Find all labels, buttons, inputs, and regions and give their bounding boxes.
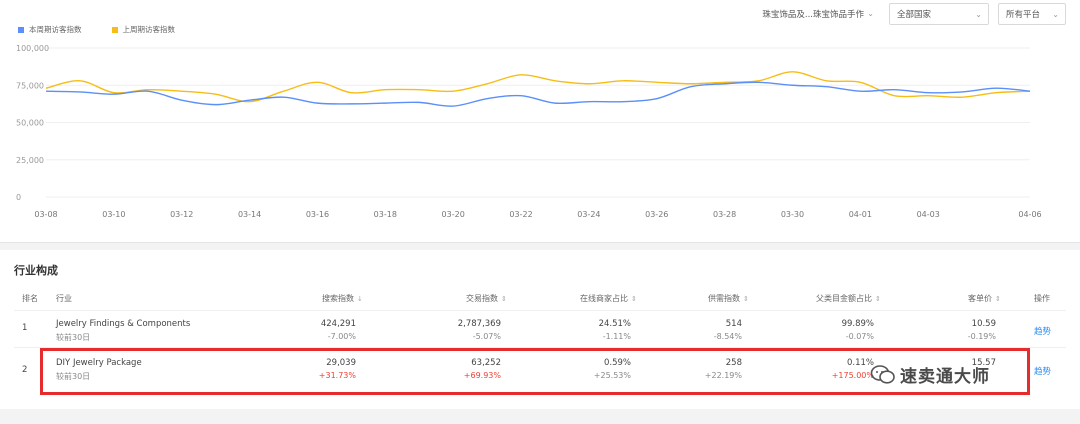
trend-link[interactable]: 趋势 bbox=[1034, 365, 1051, 377]
row-parent-amount: 99.89% bbox=[841, 319, 874, 329]
sort-icon[interactable]: ⇕ bbox=[995, 295, 1001, 303]
sort-desc-icon[interactable]: ↓ bbox=[357, 295, 363, 303]
header-action: 操作 bbox=[1034, 294, 1050, 303]
x-tick-label: 04-03 bbox=[917, 210, 940, 219]
header-rank: 排名 bbox=[22, 294, 38, 303]
header-parent-amount[interactable]: 父类目金额占比 ⇕ bbox=[816, 293, 881, 304]
watermark-text: 速卖通大师 bbox=[900, 367, 990, 387]
row-supply-change: -8.54% bbox=[713, 332, 742, 341]
header-trade[interactable]: 交易指数 ⇕ bbox=[466, 293, 507, 304]
x-tick-label: 03-24 bbox=[577, 210, 600, 219]
row-unit-price-change: -0.19% bbox=[967, 332, 996, 341]
y-tick-label: 25,000 bbox=[16, 156, 44, 165]
row-search-change: -7.00% bbox=[327, 332, 356, 341]
header-search-label: 搜索指数 bbox=[322, 294, 354, 303]
x-tick-label: 04-01 bbox=[849, 210, 872, 219]
row-unit-price: 10.59 bbox=[971, 319, 996, 329]
header-supply[interactable]: 供需指数 ⇕ bbox=[708, 293, 749, 304]
x-tick-label: 03-28 bbox=[713, 210, 736, 219]
header-parent-amount-label: 父类目金额占比 bbox=[816, 294, 872, 303]
x-tick-label: 03-10 bbox=[102, 210, 125, 219]
wechat-icon bbox=[870, 364, 895, 384]
x-tick-label: 03-22 bbox=[509, 210, 532, 219]
header-trade-label: 交易指数 bbox=[466, 294, 498, 303]
y-tick-label: 100,000 bbox=[16, 44, 49, 53]
watermark: 速卖通大师 bbox=[870, 362, 990, 387]
x-tick-label: 03-20 bbox=[442, 210, 465, 219]
row-online-seller-change: -1.11% bbox=[602, 332, 631, 341]
x-tick-label: 03-30 bbox=[781, 210, 804, 219]
header-industry: 行业 bbox=[56, 294, 72, 303]
x-tick-label: 03-18 bbox=[374, 210, 397, 219]
y-tick-label: 50,000 bbox=[16, 119, 44, 128]
sort-icon[interactable]: ⇕ bbox=[631, 295, 637, 303]
row-supply: 514 bbox=[725, 319, 742, 329]
row-trade-change: -5.07% bbox=[472, 332, 501, 341]
trend-link[interactable]: 趋势 bbox=[1034, 325, 1051, 337]
row-online-seller: 24.51% bbox=[598, 319, 631, 329]
x-tick-label: 03-16 bbox=[306, 210, 329, 219]
row-industry-name: Jewelry Findings & Components bbox=[56, 319, 191, 329]
series-line-previous bbox=[45, 71, 1031, 103]
header-search[interactable]: 搜索指数 ↓ bbox=[322, 293, 363, 304]
sort-icon[interactable]: ⇕ bbox=[501, 295, 507, 303]
row-parent-amount-change: -0.07% bbox=[845, 332, 874, 341]
visitor-line-chart: 100,000 75,000 50,000 25,000 0 03-08 03-10 03-1… bbox=[16, 44, 1042, 219]
x-tick-label: 03-12 bbox=[170, 210, 193, 219]
x-tick-label: 04-06 bbox=[1018, 210, 1041, 219]
row-rank: 2 bbox=[22, 365, 28, 375]
x-tick-label: 03-08 bbox=[34, 210, 57, 219]
row-trade: 2,787,369 bbox=[457, 319, 501, 329]
sort-icon[interactable]: ⇕ bbox=[875, 295, 881, 303]
header-online-seller[interactable]: 在线商家占比 ⇕ bbox=[580, 293, 637, 304]
header-divider bbox=[14, 310, 1066, 311]
x-tick-label: 03-14 bbox=[238, 210, 261, 219]
header-unit-price[interactable]: 客单价 ⇕ bbox=[968, 293, 1001, 304]
sort-icon[interactable]: ⇕ bbox=[743, 295, 749, 303]
row-rank: 1 bbox=[22, 323, 28, 333]
header-unit-price-label: 客单价 bbox=[968, 294, 992, 303]
visitor-trend-panel: 珠宝饰品及...珠宝饰品手作 ⌄ 全部国家 ⌄ 所有平台 ⌄ 本周期访客指数 上… bbox=[0, 0, 1080, 243]
section-title: 行业构成 bbox=[14, 264, 58, 277]
series-line-current bbox=[45, 81, 1031, 107]
y-tick-label: 75,000 bbox=[16, 81, 44, 90]
x-tick-label: 03-26 bbox=[645, 210, 668, 219]
row-search: 424,291 bbox=[320, 319, 356, 329]
y-tick-label: 0 bbox=[16, 193, 21, 202]
header-supply-label: 供需指数 bbox=[708, 294, 740, 303]
row-period: 较前30日 bbox=[56, 333, 91, 342]
header-online-seller-label: 在线商家占比 bbox=[580, 294, 628, 303]
